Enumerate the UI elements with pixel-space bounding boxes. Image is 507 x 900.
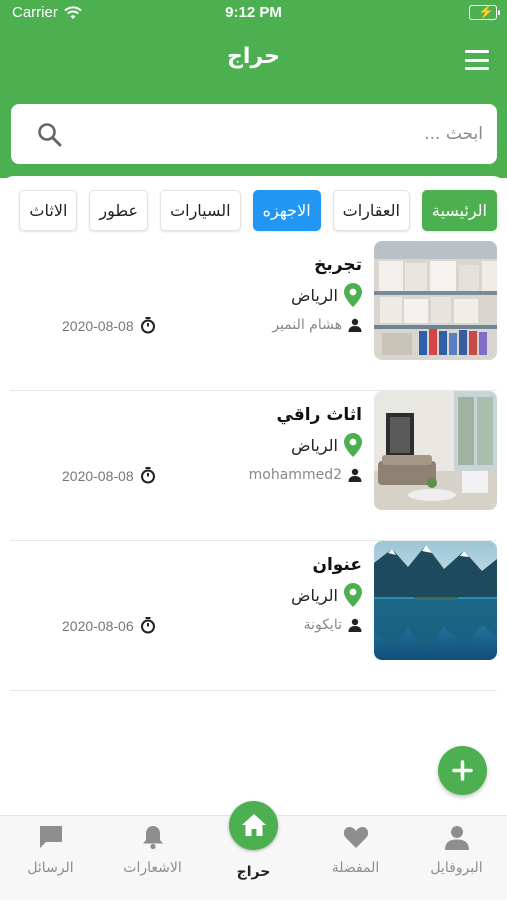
tab-label: البروفايل	[430, 860, 483, 876]
listing-user: تايكونة	[304, 617, 362, 633]
page-title: حراج	[227, 44, 280, 69]
user-icon	[348, 468, 362, 482]
listing-user: هشام النمير	[272, 317, 362, 333]
category-chips: الرئيسية العقارات الاجهزه السيارات عطور …	[19, 190, 497, 231]
chip-real-estate[interactable]: العقارات	[332, 190, 410, 231]
timer-icon	[140, 617, 155, 634]
listing-title: تجربخ	[314, 255, 362, 275]
profile-icon	[445, 826, 469, 850]
listing-title: اثاث راقي	[276, 405, 362, 425]
listing-title: عنوان	[312, 555, 362, 575]
listing-item[interactable]: عنوان الرياض تايكونة 2020-08-06	[10, 541, 497, 691]
menu-button[interactable]	[465, 50, 489, 70]
tab-label: الرسائل	[27, 860, 74, 876]
home-icon	[242, 814, 266, 836]
status-bar: Carrier 9:12 PM ⚡	[0, 0, 507, 26]
user-icon	[348, 318, 362, 332]
bell-icon	[143, 826, 163, 850]
search-bar	[11, 104, 497, 164]
listing-user: mohammed2	[249, 467, 362, 483]
listing-date: 2020-08-06	[62, 617, 156, 634]
date-text: 2020-08-06	[62, 617, 134, 634]
location-text: الرياض	[291, 435, 338, 455]
user-icon	[348, 618, 362, 632]
location-pin-icon	[344, 283, 362, 307]
tab-notifications[interactable]: الاشعارات	[102, 816, 203, 900]
location-pin-icon	[344, 433, 362, 457]
tab-label: المفضلة	[331, 860, 380, 876]
user-name: هشام النمير	[272, 317, 342, 333]
user-name: تايكونة	[303, 617, 342, 633]
tab-profile[interactable]: البروفايل	[406, 816, 507, 900]
chip-devices[interactable]: الاجهزه	[252, 190, 321, 231]
search-input[interactable]	[91, 104, 483, 164]
chat-icon	[40, 826, 62, 848]
battery-icon: ⚡	[469, 4, 500, 20]
heart-icon	[343, 827, 369, 848]
search-icon[interactable]	[37, 122, 63, 148]
add-listing-button[interactable]	[438, 746, 487, 795]
home-button[interactable]	[229, 801, 278, 850]
listing-image	[374, 541, 497, 660]
listing-date: 2020-08-08	[62, 317, 156, 334]
tab-label: حراج	[236, 864, 271, 880]
timer-icon	[140, 317, 155, 334]
listing-location: الرياض	[291, 283, 362, 307]
tab-messages[interactable]: الرسائل	[0, 816, 101, 900]
listing-item[interactable]: اثاث راقي الرياض mohammed2 2020-08-08	[10, 391, 497, 541]
listing-location: الرياض	[291, 433, 362, 457]
chip-home[interactable]: الرئيسية	[421, 190, 497, 231]
chip-perfumes[interactable]: عطور	[89, 190, 149, 231]
location-text: الرياض	[291, 585, 338, 605]
listing-image	[374, 241, 497, 360]
chip-furniture[interactable]: الاثاث	[19, 190, 78, 231]
user-name: mohammed2	[248, 467, 342, 483]
date-text: 2020-08-08	[62, 317, 134, 334]
listing-item[interactable]: تجربخ الرياض هشام النمير 2020-08-08	[10, 241, 497, 391]
menu-icon	[465, 50, 489, 53]
tab-favorites[interactable]: المفضلة	[305, 816, 406, 900]
listing-image	[374, 391, 497, 510]
plus-icon	[452, 760, 473, 781]
location-pin-icon	[344, 583, 362, 607]
location-text: الرياض	[291, 285, 338, 305]
tab-label: الاشعارات	[123, 860, 182, 876]
date-text: 2020-08-08	[62, 467, 134, 484]
listing-date: 2020-08-08	[62, 467, 156, 484]
chip-cars[interactable]: السيارات	[160, 190, 241, 231]
timer-icon	[140, 467, 155, 484]
listing-location: الرياض	[291, 583, 362, 607]
status-time: 9:12 PM	[225, 4, 282, 21]
